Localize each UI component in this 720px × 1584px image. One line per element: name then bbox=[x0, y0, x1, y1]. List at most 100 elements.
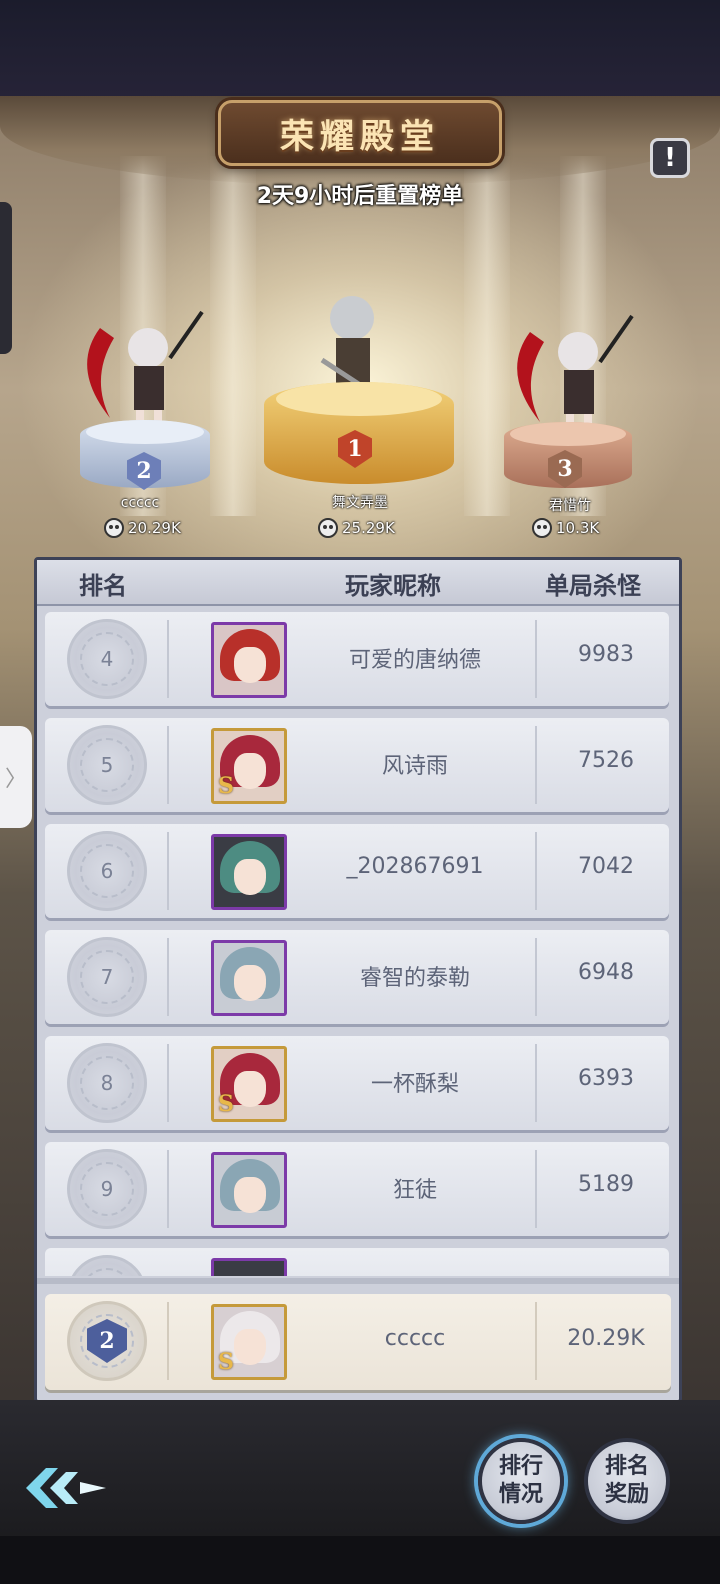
column-kills: 单局杀怪 bbox=[545, 572, 641, 600]
player-avatar[interactable] bbox=[211, 834, 287, 910]
table-header: 排名 玩家昵称 单局杀怪 bbox=[37, 560, 679, 606]
character-sprite bbox=[517, 314, 634, 432]
divider bbox=[535, 1150, 537, 1228]
back-logo-icon[interactable] bbox=[22, 1462, 110, 1514]
skull-icon bbox=[532, 518, 552, 538]
rank-number: 8 bbox=[100, 1071, 114, 1095]
rank-medal: 9 bbox=[67, 1149, 147, 1229]
podium-score: 10.3K bbox=[532, 518, 599, 538]
score-value: 10.3K bbox=[556, 519, 600, 537]
side-handle bbox=[0, 202, 12, 354]
pedestal-top bbox=[86, 420, 204, 444]
rank-number: 9 bbox=[100, 1177, 114, 1201]
self-rank-row[interactable]: 2 S ccccc 20.29K bbox=[45, 1294, 671, 1390]
kill-count: 20.29K bbox=[567, 1326, 645, 1351]
player-avatar[interactable]: S bbox=[211, 728, 287, 804]
table-row[interactable]: 9 狂徒 5189 bbox=[45, 1142, 669, 1236]
divider bbox=[167, 832, 169, 910]
s-rank-icon: S bbox=[218, 773, 234, 799]
pedestal-top bbox=[276, 382, 442, 416]
podium-score: 20.29K bbox=[104, 518, 181, 538]
player-avatar[interactable] bbox=[211, 1152, 287, 1228]
ranking-rewards-button[interactable]: 排名奖励 bbox=[584, 1438, 670, 1524]
s-rank-icon: S bbox=[218, 1091, 234, 1117]
player-avatar[interactable]: S bbox=[211, 1046, 287, 1122]
column-nickname: 玩家昵称 bbox=[345, 572, 441, 600]
chevron-right-icon: 〉 bbox=[4, 767, 27, 792]
table-row[interactable]: 8 S 一杯酥梨 6393 bbox=[45, 1036, 669, 1130]
divider bbox=[167, 1150, 169, 1228]
side-expand-tab[interactable]: 〉 bbox=[0, 726, 32, 828]
table-row-partial[interactable] bbox=[45, 1248, 669, 1276]
leaderboard-panel: 排名 玩家昵称 单局杀怪 4 可爱的唐纳德 9983 5 S 风诗雨 7526 … bbox=[34, 557, 682, 1403]
title-plate: 荣耀殿堂 bbox=[218, 100, 502, 166]
rank-badge-self: 2 bbox=[87, 1319, 127, 1363]
kill-count: 9983 bbox=[578, 642, 634, 667]
player-avatar[interactable] bbox=[211, 622, 287, 698]
rank-medal: 6 bbox=[67, 831, 147, 911]
rank-medal: 5 bbox=[67, 725, 147, 805]
player-avatar[interactable]: S bbox=[211, 1304, 287, 1380]
pedestal-top bbox=[510, 422, 626, 446]
info-button[interactable]: ! bbox=[650, 138, 690, 178]
score-value: 25.29K bbox=[342, 519, 395, 537]
divider bbox=[167, 1302, 169, 1380]
self-row-separator bbox=[37, 1278, 679, 1284]
rank-number: 6 bbox=[100, 859, 114, 883]
table-row[interactable]: 7 睿智的泰勒 6948 bbox=[45, 930, 669, 1024]
rank-medal bbox=[67, 1255, 147, 1276]
divider bbox=[167, 938, 169, 1016]
player-nickname: 风诗雨 bbox=[381, 754, 448, 779]
rank-medal: 7 bbox=[67, 937, 147, 1017]
table-row[interactable]: 5 S 风诗雨 7526 bbox=[45, 718, 669, 812]
score-value: 20.29K bbox=[128, 519, 181, 537]
bottom-strip bbox=[0, 1536, 720, 1584]
rank-number: 7 bbox=[100, 965, 114, 989]
divider bbox=[535, 1302, 537, 1380]
rank-medal: 8 bbox=[67, 1043, 147, 1123]
kill-count: 6393 bbox=[578, 1066, 634, 1091]
pillar-light bbox=[210, 156, 256, 516]
s-rank-icon: S bbox=[218, 1349, 234, 1375]
kill-count: 7042 bbox=[578, 854, 634, 879]
skull-icon bbox=[318, 518, 338, 538]
divider bbox=[167, 726, 169, 804]
divider bbox=[535, 620, 537, 698]
rank-medal: 4 bbox=[67, 619, 147, 699]
player-avatar[interactable] bbox=[211, 940, 287, 1016]
top-backdrop bbox=[0, 0, 720, 96]
podium-name: 君惜竹 bbox=[549, 498, 591, 514]
player-nickname: _202867691 bbox=[346, 854, 484, 879]
player-avatar[interactable] bbox=[211, 1258, 287, 1276]
reset-notice: 2天9小时后重置榜单 bbox=[256, 184, 464, 209]
divider bbox=[535, 726, 537, 804]
player-nickname: 狂徒 bbox=[392, 1178, 437, 1203]
leaderboard-list[interactable]: 4 可爱的唐纳德 9983 5 S 风诗雨 7526 6 _202867691 … bbox=[37, 608, 679, 1276]
button-label: 排名奖励 bbox=[604, 1454, 649, 1507]
rank-number: 5 bbox=[100, 753, 114, 777]
rank-number: 4 bbox=[100, 647, 114, 671]
kill-count: 7526 bbox=[578, 748, 634, 773]
button-label: 排行情况 bbox=[498, 1454, 543, 1507]
table-row[interactable]: 6 _202867691 7042 bbox=[45, 824, 669, 918]
player-nickname: 一杯酥梨 bbox=[370, 1072, 459, 1097]
podium-name: ccccc bbox=[120, 495, 160, 511]
podium-score: 25.29K bbox=[318, 518, 395, 538]
column-rank: 排名 bbox=[79, 572, 127, 600]
divider bbox=[167, 1044, 169, 1122]
ranking-status-button[interactable]: 排行情况 bbox=[478, 1438, 564, 1524]
divider bbox=[535, 938, 537, 1016]
podium-name: 舞文弄墨 bbox=[332, 495, 388, 511]
character-sprite bbox=[87, 310, 204, 428]
player-nickname: 可爱的唐纳德 bbox=[348, 648, 481, 673]
kill-count: 5189 bbox=[578, 1172, 634, 1197]
player-nickname: ccccc bbox=[384, 1326, 446, 1351]
table-row[interactable]: 4 可爱的唐纳德 9983 bbox=[45, 612, 669, 706]
rank-medal: 2 bbox=[67, 1301, 147, 1381]
divider bbox=[535, 1044, 537, 1122]
page-title: 荣耀殿堂 bbox=[280, 116, 440, 157]
kill-count: 6948 bbox=[578, 960, 634, 985]
exclamation-icon: ! bbox=[664, 143, 676, 173]
divider bbox=[535, 832, 537, 910]
player-nickname: 睿智的泰勒 bbox=[359, 966, 470, 991]
